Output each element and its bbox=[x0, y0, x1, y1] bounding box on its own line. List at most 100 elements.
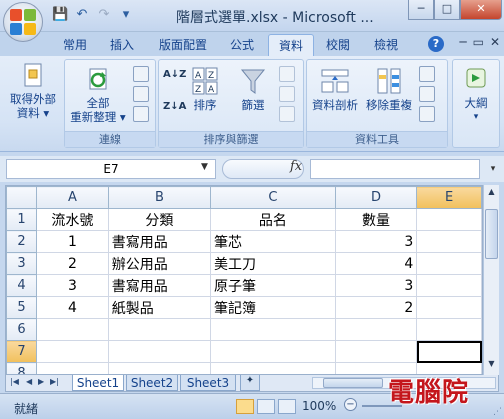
connections-icon[interactable] bbox=[133, 66, 149, 82]
cell[interactable] bbox=[107, 318, 212, 341]
tab-data[interactable]: 資料 bbox=[268, 34, 314, 56]
edit-links-icon[interactable] bbox=[133, 106, 149, 122]
vertical-scrollbar[interactable]: ▲ ▼ bbox=[483, 185, 499, 375]
cell[interactable] bbox=[416, 252, 482, 275]
sort-ascending-button[interactable]: A↓Z bbox=[163, 68, 186, 82]
active-cell[interactable] bbox=[416, 340, 482, 363]
row-header[interactable]: 5 bbox=[6, 296, 37, 319]
cell[interactable]: 1 bbox=[36, 230, 109, 253]
workbook-minimize-icon[interactable]: ─ bbox=[459, 35, 466, 49]
vertical-scroll-thumb[interactable] bbox=[485, 209, 498, 259]
workbook-close-icon[interactable]: ✕ bbox=[490, 35, 500, 49]
row-header[interactable]: 7 bbox=[6, 340, 37, 363]
scroll-down-icon[interactable]: ▼ bbox=[484, 359, 499, 373]
properties-icon[interactable] bbox=[133, 86, 149, 102]
redo-icon[interactable]: ↷ bbox=[96, 7, 112, 23]
page-layout-view-button[interactable] bbox=[257, 399, 275, 414]
tab-page-layout[interactable]: 版面配置 bbox=[150, 34, 216, 56]
name-box-dropdown-icon[interactable]: ▼ bbox=[201, 162, 208, 172]
cell[interactable]: 數量 bbox=[334, 208, 418, 231]
column-header[interactable]: A bbox=[36, 186, 109, 209]
get-external-data-button[interactable]: 取得外部 資料 ▾ bbox=[4, 62, 62, 120]
prev-sheet-icon[interactable]: ◀ bbox=[26, 377, 32, 386]
expand-formula-bar-icon[interactable]: ▾ bbox=[486, 159, 500, 179]
tab-formulas[interactable]: 公式 bbox=[222, 34, 262, 56]
reapply-filter-icon[interactable] bbox=[279, 86, 295, 102]
sheet-tab-sheet3[interactable]: Sheet3 bbox=[180, 375, 236, 391]
what-if-analysis-icon[interactable] bbox=[419, 106, 435, 122]
cell[interactable]: 紙製品 bbox=[107, 296, 212, 319]
outline-button[interactable]: 大綱 ▾ bbox=[455, 66, 497, 124]
tab-review[interactable]: 校閱 bbox=[318, 34, 358, 56]
sort-descending-button[interactable]: Z↓A bbox=[163, 100, 186, 114]
insert-function-icon[interactable]: fx bbox=[290, 159, 302, 174]
minimize-button[interactable]: ─ bbox=[408, 0, 434, 20]
workbook-restore-icon[interactable]: ▭ bbox=[473, 35, 484, 49]
zoom-level[interactable]: 100% bbox=[302, 399, 336, 413]
help-icon[interactable]: ? bbox=[428, 36, 444, 52]
column-header[interactable]: B bbox=[107, 186, 212, 209]
advanced-filter-icon[interactable] bbox=[279, 106, 295, 122]
horizontal-scroll-thumb[interactable] bbox=[323, 378, 383, 388]
office-button[interactable] bbox=[3, 2, 43, 42]
cell[interactable]: 書寫用品 bbox=[107, 274, 212, 297]
cell[interactable]: 2 bbox=[36, 252, 109, 275]
cell[interactable] bbox=[36, 318, 109, 341]
insert-sheet-icon[interactable]: ✦ bbox=[240, 375, 260, 391]
column-header[interactable]: C bbox=[210, 186, 336, 209]
formula-input[interactable] bbox=[310, 159, 480, 179]
first-sheet-icon[interactable]: |◀ bbox=[10, 377, 19, 386]
cell[interactable]: 分類 bbox=[107, 208, 212, 231]
cell[interactable]: 書寫用品 bbox=[107, 230, 212, 253]
select-all-corner[interactable] bbox=[6, 186, 37, 209]
cell[interactable] bbox=[107, 340, 212, 363]
text-to-columns-button[interactable]: 資料剖析 bbox=[309, 66, 361, 112]
scroll-up-icon[interactable]: ▲ bbox=[484, 187, 499, 201]
consolidate-icon[interactable] bbox=[419, 86, 435, 102]
cell[interactable] bbox=[416, 296, 482, 319]
cell[interactable] bbox=[210, 318, 336, 341]
column-header[interactable]: D bbox=[334, 186, 418, 209]
cell[interactable]: 3 bbox=[36, 274, 109, 297]
cell[interactable] bbox=[416, 274, 482, 297]
refresh-all-button[interactable]: 全部 重新整理 ▾ bbox=[67, 66, 129, 124]
cell[interactable] bbox=[416, 208, 482, 231]
tab-insert[interactable]: 插入 bbox=[102, 34, 142, 56]
cell[interactable]: 3 bbox=[334, 230, 418, 253]
row-header[interactable]: 6 bbox=[6, 318, 37, 341]
resize-grip-icon[interactable]: ⋰ bbox=[493, 407, 502, 417]
cell[interactable] bbox=[416, 230, 482, 253]
customize-qat-icon[interactable]: ▾ bbox=[118, 7, 134, 23]
page-break-view-button[interactable] bbox=[278, 399, 296, 414]
filter-button[interactable]: 篩選 bbox=[235, 66, 271, 112]
undo-icon[interactable]: ↶ bbox=[74, 7, 90, 23]
zoom-out-button[interactable]: − bbox=[344, 398, 357, 411]
cell[interactable] bbox=[36, 362, 109, 374]
normal-view-button[interactable] bbox=[236, 399, 254, 414]
cell[interactable]: 4 bbox=[36, 296, 109, 319]
next-sheet-icon[interactable]: ▶ bbox=[38, 377, 44, 386]
cell[interactable] bbox=[107, 362, 212, 374]
close-button[interactable]: ✕ bbox=[460, 0, 502, 20]
cell[interactable] bbox=[416, 318, 482, 341]
tab-home[interactable]: 常用 bbox=[56, 34, 94, 56]
cell[interactable]: 2 bbox=[334, 296, 418, 319]
row-header[interactable]: 2 bbox=[6, 230, 37, 253]
sheet-tab-sheet1[interactable]: Sheet1 bbox=[72, 375, 124, 391]
save-icon[interactable]: 💾 bbox=[52, 7, 68, 23]
sheet-tab-sheet2[interactable]: Sheet2 bbox=[126, 375, 178, 391]
cell[interactable]: 筆記簿 bbox=[210, 296, 336, 319]
data-validation-icon[interactable] bbox=[419, 66, 435, 82]
cell[interactable] bbox=[334, 318, 418, 341]
cell[interactable]: 辦公用品 bbox=[107, 252, 212, 275]
cell[interactable]: 筆芯 bbox=[210, 230, 336, 253]
cell[interactable]: 品名 bbox=[210, 208, 336, 231]
row-header[interactable]: 3 bbox=[6, 252, 37, 275]
cell[interactable] bbox=[210, 362, 336, 374]
tab-view[interactable]: 檢視 bbox=[366, 34, 406, 56]
maximize-button[interactable]: □ bbox=[434, 0, 460, 20]
remove-duplicates-button[interactable]: 移除重複 bbox=[363, 66, 415, 112]
cell[interactable]: 美工刀 bbox=[210, 252, 336, 275]
cell[interactable]: 3 bbox=[334, 274, 418, 297]
clear-filter-icon[interactable] bbox=[279, 66, 295, 82]
